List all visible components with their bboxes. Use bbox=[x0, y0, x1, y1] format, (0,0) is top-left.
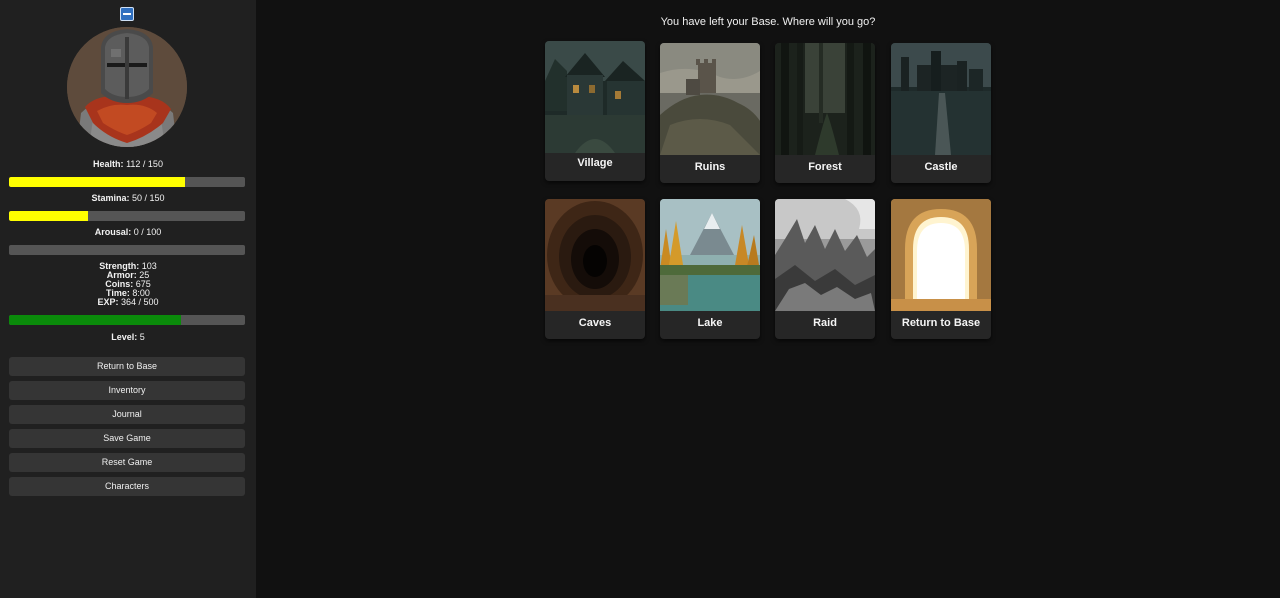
forest-image bbox=[775, 43, 875, 155]
stamina-bar-fill bbox=[9, 211, 88, 221]
location-name: Castle bbox=[924, 161, 958, 173]
knight-icon bbox=[67, 27, 187, 147]
location-name: Caves bbox=[578, 317, 612, 329]
location-card-lake[interactable]: Lake bbox=[660, 199, 760, 339]
location-prompt: You have left your Base. Where will you … bbox=[660, 16, 876, 28]
health-label: Health: 112 / 150 bbox=[93, 159, 163, 169]
caves-image bbox=[545, 199, 645, 311]
journal-button[interactable]: Journal bbox=[9, 405, 245, 424]
stamina-bar bbox=[9, 211, 245, 221]
location-card-castle[interactable]: Castle bbox=[891, 43, 991, 183]
location-card-raid[interactable]: Raid bbox=[775, 199, 875, 339]
location-name: Ruins bbox=[694, 161, 726, 173]
health-bar-fill bbox=[9, 177, 186, 187]
location-name: Forest bbox=[808, 161, 842, 173]
location-card-forest[interactable]: Forest bbox=[775, 43, 875, 183]
arousal-bar bbox=[9, 245, 245, 255]
game-screen: Health: 112 / 150 Stamina: 50 / 150 Arou… bbox=[0, 0, 1280, 598]
save-game-button[interactable]: Save Game bbox=[9, 429, 245, 448]
exp-stat: EXP: 364 / 500 bbox=[97, 297, 159, 307]
player-avatar bbox=[67, 27, 187, 147]
village-image bbox=[545, 41, 645, 153]
sidebar: Health: 112 / 150 Stamina: 50 / 150 Arou… bbox=[0, 0, 256, 598]
attribute-list: Strength: 103 Armor: 25 Coins: 675 Time:… bbox=[0, 262, 256, 307]
stamina-label: Stamina: 50 / 150 bbox=[91, 193, 165, 203]
characters-button[interactable]: Characters bbox=[9, 477, 245, 496]
ruins-image bbox=[660, 43, 760, 155]
location-card-caves[interactable]: Caves bbox=[545, 199, 645, 339]
location-name: Lake bbox=[697, 317, 723, 329]
level-label: Level: 5 bbox=[111, 332, 145, 342]
location-name: Raid bbox=[813, 317, 837, 329]
exp-bar bbox=[9, 315, 245, 325]
inventory-button[interactable]: Inventory bbox=[9, 381, 245, 400]
health-bar bbox=[9, 177, 245, 187]
exp-bar-fill bbox=[9, 315, 181, 325]
collapse-sidebar-icon[interactable] bbox=[120, 7, 134, 21]
return-to-base-button[interactable]: Return to Base bbox=[9, 357, 245, 376]
reset-game-button[interactable]: Reset Game bbox=[9, 453, 245, 472]
lake-image bbox=[660, 199, 760, 311]
portal-image bbox=[891, 199, 991, 311]
location-card-ruins[interactable]: Ruins bbox=[660, 43, 760, 183]
location-card-village[interactable]: Village bbox=[545, 41, 645, 181]
raid-image bbox=[775, 199, 875, 311]
location-name: Return to Base bbox=[901, 317, 981, 329]
main-area: You have left your Base. Where will you … bbox=[256, 0, 1280, 598]
arousal-label: Arousal: 0 / 100 bbox=[94, 227, 162, 237]
castle-image bbox=[891, 43, 991, 155]
location-card-return-to-base[interactable]: Return to Base bbox=[891, 199, 991, 339]
location-name: Village bbox=[577, 157, 613, 169]
